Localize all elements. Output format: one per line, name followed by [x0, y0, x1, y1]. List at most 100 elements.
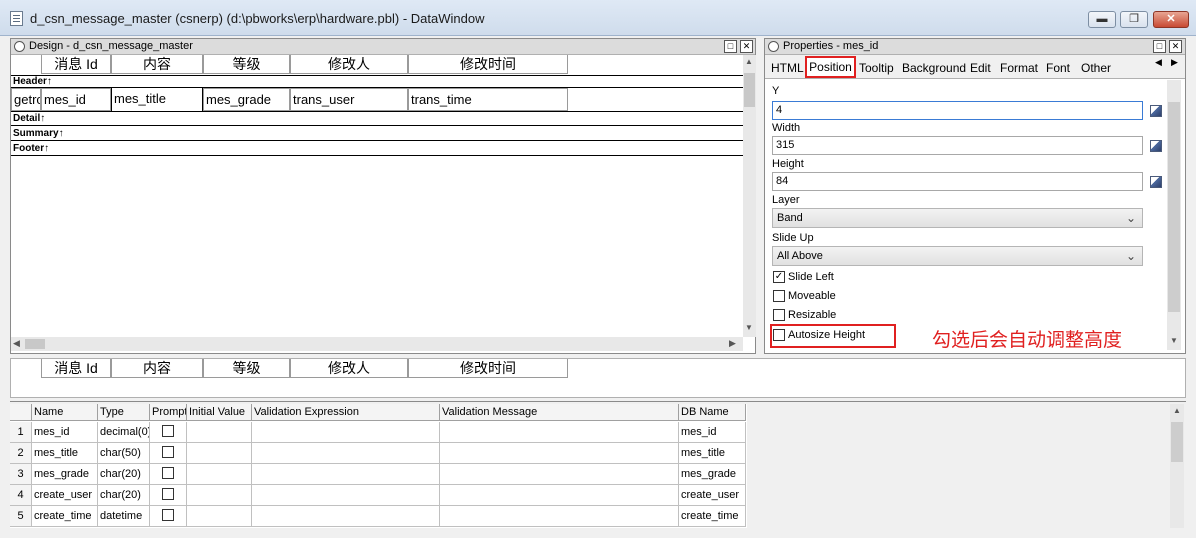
validation-message-cell[interactable]: [440, 443, 679, 464]
detail-cell-getrow[interactable]: getrc: [11, 88, 41, 111]
validation-message-cell[interactable]: [440, 422, 679, 443]
db-name-cell[interactable]: mes_title: [679, 443, 746, 464]
initial-value-cell[interactable]: [187, 485, 252, 506]
header-col-grade[interactable]: 等级: [203, 55, 290, 74]
layer-select[interactable]: Band ⌄: [772, 208, 1143, 228]
preview-col-grade: 等级: [203, 359, 290, 378]
initial-value-cell[interactable]: [187, 443, 252, 464]
properties-pane-header: Properties - mes_id □ ✕: [765, 39, 1185, 55]
tab-html[interactable]: HTML: [771, 58, 804, 78]
tab-font[interactable]: Font: [1046, 58, 1070, 78]
scroll-thumb[interactable]: [744, 73, 755, 107]
column-name-cell[interactable]: mes_id: [32, 422, 98, 443]
prompt-checkbox[interactable]: [162, 509, 174, 521]
detail-cell-mes-title[interactable]: mes_title: [111, 87, 203, 112]
column-header-initial-value: Initial Value: [187, 404, 252, 421]
header-col-time[interactable]: 修改时间: [408, 55, 568, 74]
column-type-cell[interactable]: datetime: [98, 506, 150, 527]
db-name-cell[interactable]: create_time: [679, 506, 746, 527]
design-vertical-scrollbar[interactable]: ▲ ▼: [743, 55, 756, 337]
resizable-checkbox[interactable]: [773, 309, 785, 321]
header-band-label[interactable]: Header↑: [13, 76, 52, 87]
tab-tooltip[interactable]: Tooltip: [859, 58, 894, 78]
autosize-height-checkbox[interactable]: [773, 329, 785, 341]
tab-format[interactable]: Format: [1000, 58, 1038, 78]
properties-icon: [768, 41, 779, 52]
validation-message-cell[interactable]: [440, 485, 679, 506]
detail-cell-trans-time[interactable]: trans_time: [408, 88, 568, 111]
initial-value-cell[interactable]: [187, 464, 252, 485]
properties-vertical-scrollbar[interactable]: ▼: [1167, 80, 1181, 350]
column-type-cell[interactable]: decimal(0): [98, 422, 150, 443]
pane-maximize-icon[interactable]: □: [1153, 40, 1166, 53]
db-name-cell[interactable]: mes_id: [679, 422, 746, 443]
column-name-cell[interactable]: create_time: [32, 506, 98, 527]
validation-expression-cell[interactable]: [252, 464, 440, 485]
prompt-checkbox[interactable]: [162, 488, 174, 500]
validation-expression-cell[interactable]: [252, 443, 440, 464]
footer-band-label[interactable]: Footer↑: [13, 143, 49, 154]
y-expression-button[interactable]: [1150, 105, 1162, 117]
detail-cell-mes-grade[interactable]: mes_grade: [203, 88, 290, 111]
column-spec-vertical-scrollbar[interactable]: ▲: [1170, 404, 1184, 528]
slide-left-label: Slide Left: [788, 271, 834, 283]
pane-close-icon[interactable]: ✕: [740, 40, 753, 53]
height-field[interactable]: 84: [772, 172, 1143, 191]
column-name-cell[interactable]: mes_grade: [32, 464, 98, 485]
validation-expression-cell[interactable]: [252, 422, 440, 443]
column-name-cell[interactable]: create_user: [32, 485, 98, 506]
validation-message-cell[interactable]: [440, 464, 679, 485]
preview-pane: 消息 Id 内容 等级 修改人 修改时间: [10, 358, 1186, 398]
scroll-thumb[interactable]: [25, 339, 45, 349]
annotation-text: 勾选后会自动调整高度: [932, 329, 1123, 351]
tab-edit[interactable]: Edit: [970, 58, 991, 78]
detail-cell-mes-id[interactable]: mes_id: [41, 88, 111, 111]
tab-scroll-left-icon[interactable]: ◀: [1155, 57, 1162, 68]
slide-up-select[interactable]: All Above ⌄: [772, 246, 1143, 266]
db-name-cell[interactable]: create_user: [679, 485, 746, 506]
column-type-cell[interactable]: char(20): [98, 485, 150, 506]
resizable-label: Resizable: [788, 309, 837, 321]
height-expression-button[interactable]: [1150, 176, 1162, 188]
header-col-modifier[interactable]: 修改人: [290, 55, 408, 74]
detail-cell-trans-user[interactable]: trans_user: [290, 88, 408, 111]
close-button[interactable]: ✕: [1153, 11, 1189, 28]
prompt-checkbox[interactable]: [162, 446, 174, 458]
column-type-cell[interactable]: char(20): [98, 464, 150, 485]
column-name-cell[interactable]: mes_title: [32, 443, 98, 464]
column-spec-table: Name Type Prompt Initial Value Validation Ex…: [10, 404, 747, 528]
validation-message-cell[interactable]: [440, 506, 679, 527]
maximize-button[interactable]: ❐: [1120, 11, 1148, 28]
y-field[interactable]: 4: [772, 101, 1143, 120]
prompt-checkbox[interactable]: [162, 425, 174, 437]
tab-background[interactable]: Background: [902, 58, 966, 78]
column-type-cell[interactable]: char(50): [98, 443, 150, 464]
validation-expression-cell[interactable]: [252, 485, 440, 506]
header-col-mes-id[interactable]: 消息 Id: [41, 55, 111, 74]
width-expression-button[interactable]: [1150, 140, 1162, 152]
scroll-thumb[interactable]: [1168, 102, 1180, 312]
db-name-cell[interactable]: mes_grade: [679, 464, 746, 485]
validation-expression-cell[interactable]: [252, 506, 440, 527]
initial-value-cell[interactable]: [187, 506, 252, 527]
tab-scroll-right-icon[interactable]: ▶: [1171, 57, 1178, 68]
tab-other[interactable]: Other: [1081, 58, 1111, 78]
prompt-cell: [150, 485, 187, 506]
slide-left-checkbox[interactable]: ✓: [773, 271, 785, 283]
scroll-thumb[interactable]: [1171, 422, 1183, 462]
pane-close-icon[interactable]: ✕: [1169, 40, 1182, 53]
initial-value-cell[interactable]: [187, 422, 252, 443]
autosize-height-label: Autosize Height: [788, 329, 866, 341]
summary-band-label[interactable]: Summary↑: [13, 128, 64, 139]
prompt-checkbox[interactable]: [162, 467, 174, 479]
row-number-header: [10, 404, 32, 421]
prompt-cell: [150, 422, 187, 443]
header-col-title[interactable]: 内容: [111, 55, 203, 74]
minimize-button[interactable]: ▬: [1088, 11, 1116, 28]
tab-position[interactable]: Position: [805, 56, 856, 78]
detail-band-label[interactable]: Detail↑: [13, 113, 45, 124]
width-field[interactable]: 315: [772, 136, 1143, 155]
pane-maximize-icon[interactable]: □: [724, 40, 737, 53]
design-horizontal-scrollbar[interactable]: ◀ ▶: [11, 337, 743, 351]
moveable-checkbox[interactable]: [773, 290, 785, 302]
